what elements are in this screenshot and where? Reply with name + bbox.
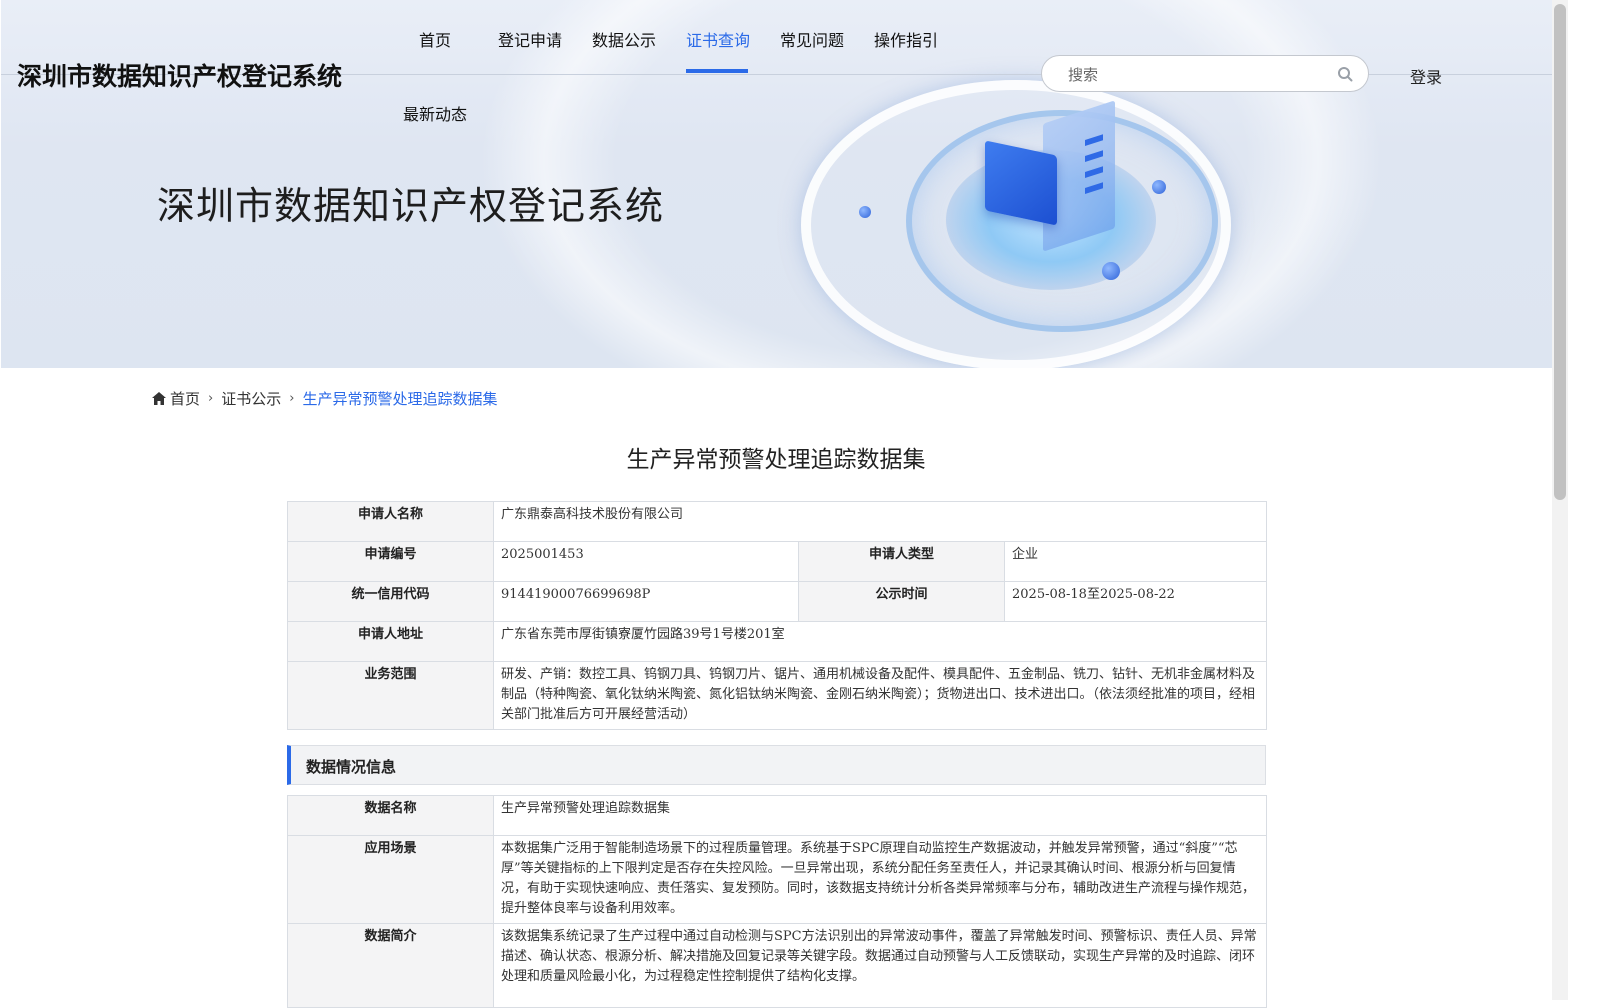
breadcrumb-current: 生产异常预警处理追踪数据集 [302,390,498,408]
nav-guide[interactable]: 操作指引 [874,27,938,51]
business-scope-label: 业务范围 [287,661,494,730]
login-link[interactable]: 登录 [1410,64,1442,88]
application-scenario-value: 本数据集广泛用于智能制造场景下的过程质量管理。系统基于SPC原理自动监控生产数据… [493,835,1267,924]
data-intro-value: 该数据集系统记录了生产过程中通过自动检测与SPC方法识别出的异常波动事件，覆盖了… [493,923,1267,1008]
nav-registration[interactable]: 登记申请 [498,27,562,51]
banner-sphere [1102,262,1120,280]
chevron-right-icon: › [289,391,295,406]
nav-news[interactable]: 最新动态 [403,101,467,125]
site-title[interactable]: 深圳市数据知识产权登记系统 [17,57,342,93]
credit-code-label: 统一信用代码 [287,581,494,622]
table-row: 应用场景 本数据集广泛用于智能制造场景下的过程质量管理。系统基于SPC原理自动监… [287,835,1267,924]
banner-certificate-graphic [985,140,1057,226]
breadcrumb: 首页 › 证书公示 › 生产异常预警处理追踪数据集 [152,388,497,409]
nav-certificate-query[interactable]: 证书查询 [686,27,750,51]
search-input[interactable] [1066,63,1320,87]
credit-code-value: 91441900076699698P [493,581,799,622]
table-row: 申请人名称 广东鼎泰高科技术股份有限公司 [287,501,1267,542]
publicity-period-value: 2025-08-18至2025-08-22 [1004,581,1267,622]
nav-data-publicity[interactable]: 数据公示 [592,27,656,51]
applicant-name-label: 申请人名称 [287,501,494,542]
table-row: 申请编号 2025001453 申请人类型 企业 [287,541,1267,582]
applicant-type-value: 企业 [1004,541,1267,582]
data-info-table: 数据名称 生产异常预警处理追踪数据集 应用场景 本数据集广泛用于智能制造场景下的… [287,795,1267,1008]
application-number-value: 2025001453 [493,541,799,582]
breadcrumb-certificate-publicity[interactable]: 证书公示 [221,388,281,409]
banner-sphere [859,206,871,218]
home-icon[interactable] [152,392,166,405]
banner-sphere [1152,180,1166,194]
applicant-address-value: 广东省东莞市厚街镇寮厦竹园路39号1号楼201室 [493,621,1267,662]
page-title: 生产异常预警处理追踪数据集 [626,447,926,473]
data-name-label: 数据名称 [287,795,494,836]
nav-faq[interactable]: 常见问题 [780,27,844,51]
table-row: 数据名称 生产异常预警处理追踪数据集 [287,795,1267,836]
section-title: 数据情况信息 [306,758,397,776]
table-row: 申请人地址 广东省东莞市厚街镇寮厦竹园路39号1号楼201室 [287,621,1267,662]
breadcrumb-home[interactable]: 首页 [170,388,200,409]
applicant-name-value: 广东鼎泰高科技术股份有限公司 [493,501,1267,542]
chevron-right-icon: › [208,391,214,406]
publicity-period-label: 公示时间 [798,581,1005,622]
data-name-value: 生产异常预警处理追踪数据集 [493,795,1267,836]
applicant-type-label: 申请人类型 [798,541,1005,582]
table-row: 业务范围 研发、产销：数控工具、钨钢刀具、钨钢刀片、锯片、通用机械设备及配件、模… [287,661,1267,730]
applicant-info-table: 申请人名称 广东鼎泰高科技术股份有限公司 申请编号 2025001453 申请人… [287,501,1267,730]
table-row: 数据简介 该数据集系统记录了生产过程中通过自动检测与SPC方法识别出的异常波动事… [287,923,1267,1008]
applicant-address-label: 申请人地址 [287,621,494,662]
search-box [1041,55,1369,92]
application-number-label: 申请编号 [287,541,494,582]
banner-title: 深圳市数据知识产权登记系统 [157,184,665,228]
data-intro-label: 数据简介 [287,923,494,1008]
table-row: 统一信用代码 91441900076699698P 公示时间 2025-08-1… [287,581,1267,622]
nav-home[interactable]: 首页 [419,27,451,51]
scrollbar-thumb[interactable] [1554,4,1566,500]
search-icon[interactable] [1337,66,1353,82]
nav-active-indicator [686,69,748,73]
application-scenario-label: 应用场景 [287,835,494,924]
data-info-section-header: 数据情况信息 [287,745,1266,785]
business-scope-value: 研发、产销：数控工具、钨钢刀具、钨钢刀片、锯片、通用机械设备及配件、模具配件、五… [493,661,1267,730]
